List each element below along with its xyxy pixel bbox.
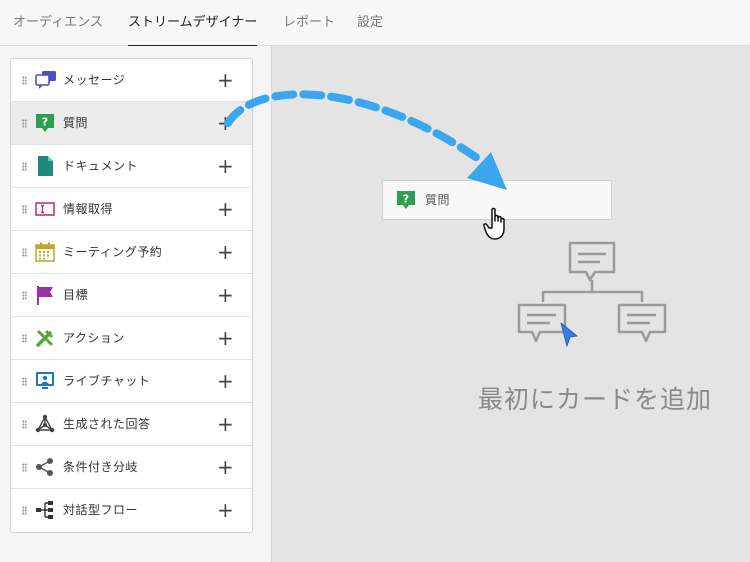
document-icon — [35, 156, 55, 176]
card-item-label: ライブチャット — [63, 374, 151, 388]
network-icon — [35, 414, 55, 434]
card-item-label: アクション — [63, 331, 125, 345]
card-item-conversational-flow[interactable]: 対話型フロー + — [11, 489, 252, 532]
add-generated-answer-button[interactable]: + — [217, 403, 234, 446]
drag-handle-icon[interactable] — [22, 463, 27, 472]
card-item-conditional-branch[interactable]: 条件付き分岐 + — [11, 446, 252, 489]
flow-tree-illustration — [517, 241, 667, 347]
tab-settings[interactable]: 設定 — [357, 0, 383, 46]
drag-handle-icon[interactable] — [22, 291, 27, 300]
tab-reports[interactable]: レポート — [283, 0, 335, 46]
card-item-meeting[interactable]: ミーティング予約 + — [11, 231, 252, 274]
card-item-label: ミーティング予約 — [63, 245, 163, 259]
add-goal-button[interactable]: + — [217, 274, 234, 317]
drag-handle-icon[interactable] — [22, 377, 27, 386]
card-item-action[interactable]: アクション + — [11, 317, 252, 360]
add-conditional-branch-button[interactable]: + — [217, 446, 234, 489]
tab-stream-designer[interactable]: ストリームデザイナー — [128, 0, 258, 47]
card-item-label: 対話型フロー — [63, 503, 139, 517]
tools-icon — [35, 328, 55, 348]
empty-state-message: 最初にカードを追加 — [477, 385, 712, 414]
card-item-label: 情報取得 — [63, 202, 114, 216]
message-bubbles-icon — [35, 70, 56, 90]
card-item-label: メッセージ — [63, 73, 126, 87]
drag-handle-icon[interactable] — [22, 162, 27, 171]
share-branch-icon — [35, 457, 55, 477]
flag-icon — [35, 285, 55, 305]
top-navigation: オーディエンス ストリームデザイナー レポート 設定 — [0, 0, 750, 47]
drag-handle-icon[interactable] — [22, 334, 27, 343]
drag-handle-icon[interactable] — [22, 119, 27, 128]
add-meeting-button[interactable]: + — [217, 231, 234, 274]
hand-cursor-icon — [483, 207, 505, 240]
text-input-icon — [35, 199, 55, 219]
add-live-chat-button[interactable]: + — [217, 360, 234, 403]
card-item-label: 目標 — [63, 288, 89, 302]
drag-handle-icon[interactable] — [22, 248, 27, 257]
card-item-generated-answer[interactable]: 生成された回答 + — [11, 403, 252, 446]
drag-handle-icon[interactable] — [22, 420, 27, 429]
question-icon: ? — [35, 113, 55, 133]
live-chat-icon — [35, 371, 55, 391]
svg-text:?: ? — [42, 116, 48, 129]
card-item-label: 質問 — [63, 116, 89, 130]
card-item-label: ドキュメント — [63, 159, 139, 173]
flow-icon — [35, 500, 55, 520]
card-item-label: 条件付き分岐 — [63, 460, 139, 474]
drag-handle-icon[interactable] — [22, 205, 27, 214]
drag-handle-icon[interactable] — [22, 76, 27, 85]
tab-audience[interactable]: オーディエンス — [13, 0, 103, 46]
drag-handle-icon[interactable] — [22, 506, 27, 515]
add-action-button[interactable]: + — [217, 317, 234, 360]
card-item-goal[interactable]: 目標 + — [11, 274, 252, 317]
add-conversational-flow-button[interactable]: + — [217, 489, 234, 532]
calendar-icon — [35, 242, 55, 262]
drag-arrow-icon — [224, 90, 507, 190]
card-item-label: 生成された回答 — [63, 417, 151, 431]
card-item-live-chat[interactable]: ライブチャット + — [11, 360, 252, 403]
